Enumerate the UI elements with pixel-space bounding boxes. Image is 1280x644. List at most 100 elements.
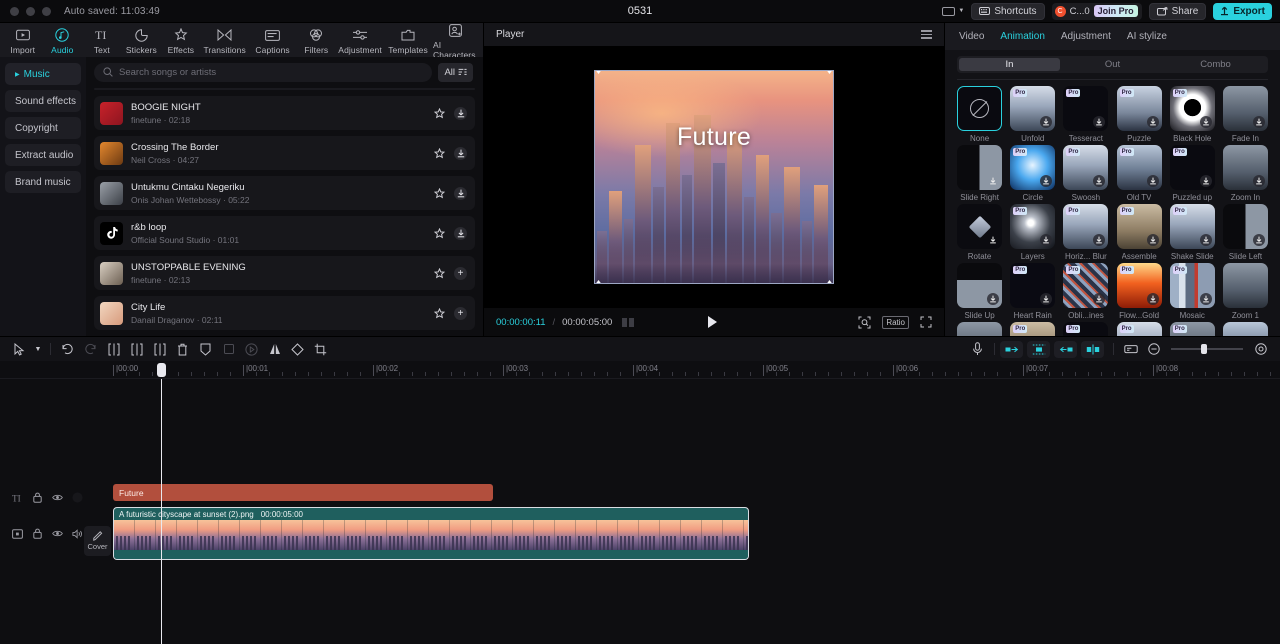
split-keyframe-button[interactable] [1081,340,1104,358]
tab-adjustment[interactable]: Adjustment [1061,31,1111,42]
animation-thumbnail[interactable]: Pro [1010,145,1056,190]
favorite-star-icon[interactable] [434,187,445,199]
nav-tab-text[interactable]: TI Text [83,28,121,55]
visibility-eye-icon[interactable] [52,491,63,504]
animation-cell[interactable]: Pro Flow...Gold [1115,263,1164,320]
download-icon[interactable] [1252,175,1265,187]
nav-tab-filters[interactable]: Filters [298,28,336,55]
close-window-button[interactable] [10,6,19,16]
add-song-button[interactable]: + [454,266,467,280]
video-clip[interactable]: A futuristic cityscape at sunset (2).png… [113,507,749,560]
download-icon[interactable] [1146,234,1159,246]
fullscreen-icon[interactable] [920,316,932,328]
animation-cell[interactable]: Pro Layers [1008,204,1057,261]
animation-thumbnail[interactable]: Pro [1063,322,1109,336]
animation-cell[interactable]: Fade In [1221,86,1270,143]
animation-thumbnail[interactable] [957,86,1003,131]
animation-cell[interactable]: Pro Assemble [1115,204,1164,261]
animation-thumbnail[interactable]: Pro [1010,263,1056,308]
favorite-star-icon[interactable] [434,107,445,119]
keyframe-center-button[interactable] [1027,340,1050,358]
download-icon[interactable] [1040,293,1053,305]
nav-tab-stickers[interactable]: Stickers [123,28,161,55]
download-icon[interactable] [1199,234,1212,246]
animation-cell[interactable]: Zoom In [1221,145,1270,202]
download-song-button[interactable] [454,186,467,200]
download-icon[interactable] [987,293,1000,305]
lock-icon[interactable] [32,527,43,540]
zoom-fit-icon[interactable] [1249,339,1272,359]
filter-all-button[interactable]: All [438,62,473,82]
delete-icon[interactable] [171,339,194,359]
segment-combo[interactable]: Combo [1165,58,1266,71]
animation-cell[interactable] [1221,322,1270,336]
animation-thumbnail[interactable]: Pro [1116,86,1162,131]
animation-thumbnail[interactable]: Pro [1169,204,1215,249]
animation-thumbnail[interactable]: Pro [1063,145,1109,190]
animation-cell[interactable]: Pro Horiz... Blur [1061,204,1110,261]
download-icon[interactable] [1199,175,1212,187]
animation-thumbnail[interactable] [1222,204,1268,249]
animation-cell[interactable]: Pro Swoosh [1061,145,1110,202]
animation-thumbnail[interactable] [1222,86,1268,131]
animation-cell[interactable]: Pro Old TV [1115,145,1164,202]
lock-icon[interactable] [32,491,43,504]
zoom-out-icon[interactable] [1142,339,1165,359]
nav-tab-templates[interactable]: Templates [385,28,431,55]
player-menu-icon[interactable] [921,30,932,39]
timeline-view-icon[interactable] [1119,339,1142,359]
favorite-star-icon[interactable] [434,147,445,159]
animation-thumbnail[interactable] [1222,322,1268,336]
segment-out[interactable]: Out [1062,58,1163,71]
share-button[interactable]: Share [1148,2,1207,20]
animation-thumbnail[interactable]: Pro [1116,322,1162,336]
animation-cell[interactable]: Slide Up [955,263,1004,320]
nav-tab-captions[interactable]: Captions [250,28,296,55]
tab-video[interactable]: Video [959,31,984,42]
list-item[interactable]: r&b loop Official Sound Studio · 01:01 [94,216,475,250]
download-icon[interactable] [1252,234,1265,246]
download-song-button[interactable] [454,146,467,160]
ratio-button[interactable]: Ratio [882,315,909,329]
animation-cell[interactable]: Pro Unfold [1008,86,1057,143]
playhead-handle[interactable] [157,363,166,377]
text-clip[interactable]: Future [113,484,493,501]
nav-tab-audio[interactable]: Audio [44,28,82,55]
download-icon[interactable] [987,175,999,187]
animation-cell[interactable]: Pro Circle [1008,145,1057,202]
animation-thumbnail[interactable] [957,263,1003,308]
animation-thumbnail[interactable]: Pro [1063,204,1109,249]
list-item[interactable]: Crossing The Border Neil Cross · 04:27 [94,136,475,170]
timeline-zoom-slider[interactable] [1171,344,1243,354]
window-controls[interactable]: Auto saved: 11:03:49 [0,6,160,17]
animation-cell[interactable]: Pro [1008,322,1057,336]
category-sound-effects[interactable]: Sound effects [5,90,81,112]
timeline-tracks[interactable]: TI Cover Future A futuristic cityscape a… [0,379,1280,644]
trim-right-icon[interactable] [148,339,171,359]
video-overlay-text[interactable]: Future [595,123,833,152]
nav-tab-import[interactable]: Import [4,28,42,55]
download-icon[interactable] [1040,116,1053,128]
list-item[interactable]: City Life Danail Draganov · 02:11 + [94,296,475,330]
animation-thumbnail[interactable]: Pro [1169,145,1215,190]
minimize-window-button[interactable] [26,6,35,16]
download-icon[interactable] [1252,116,1265,128]
download-icon[interactable] [1093,234,1106,246]
shortcuts-button[interactable]: Shortcuts [971,2,1045,20]
download-icon[interactable] [1093,175,1106,187]
add-song-button[interactable]: + [454,306,467,320]
track-more-icon[interactable] [72,491,83,504]
animation-cell[interactable]: None [955,86,1004,143]
download-icon[interactable] [1146,116,1159,128]
nav-tab-effects[interactable]: Effects [162,28,200,55]
playhead[interactable] [161,379,162,644]
animation-thumbnail[interactable] [1222,145,1268,190]
segment-in[interactable]: In [959,58,1060,71]
search-input[interactable]: Search songs or artists [94,62,433,82]
song-list[interactable]: BOOGIE NIGHT finetune · 02:18 Crossing T… [86,87,483,336]
fade-out-keyframe-button[interactable] [1054,340,1077,358]
animation-thumbnail[interactable] [957,145,1003,190]
split-icon[interactable] [102,339,125,359]
favorite-star-icon[interactable] [434,307,445,319]
animation-cell[interactable] [955,322,1004,336]
